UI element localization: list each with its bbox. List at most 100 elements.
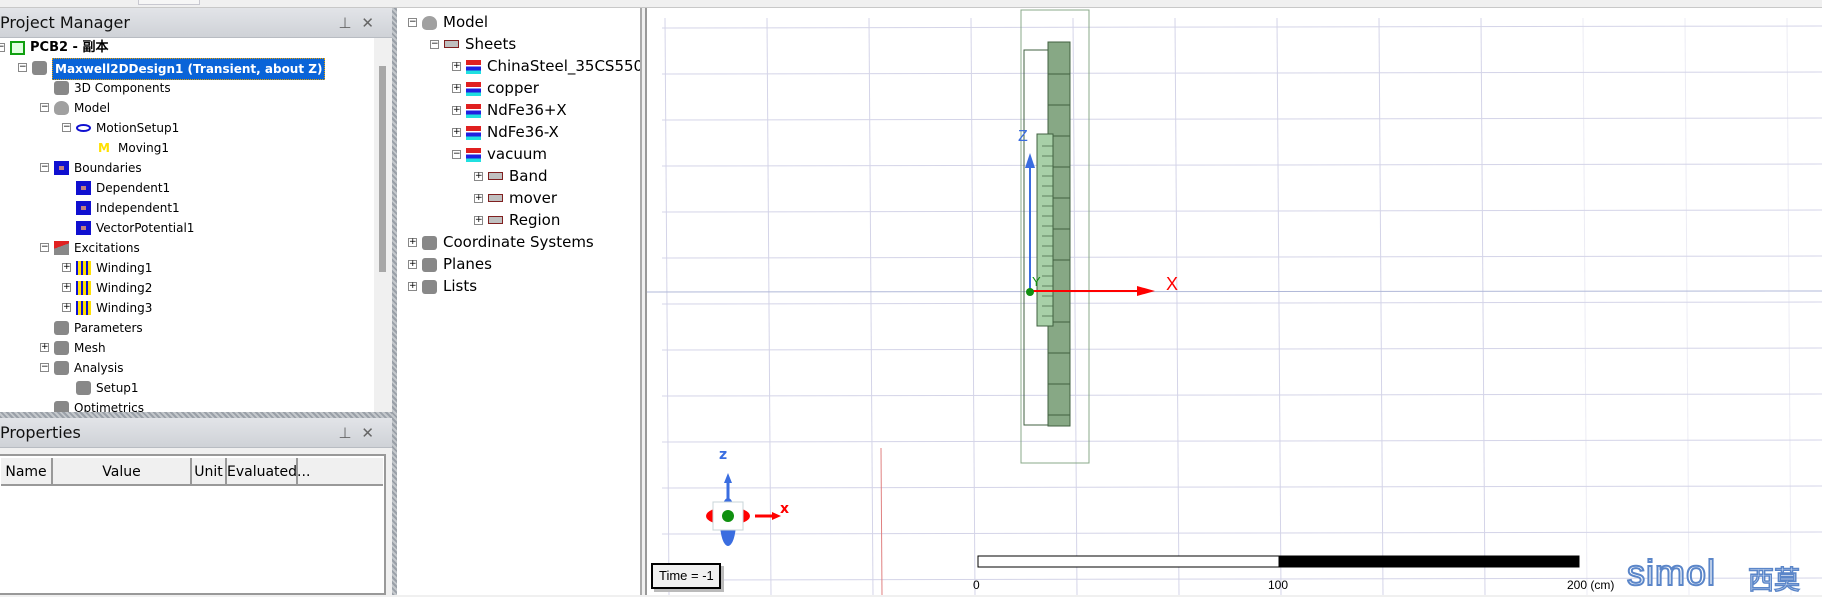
tree-item-label: Region xyxy=(509,211,561,229)
grid-line xyxy=(661,209,1822,213)
tree-item[interactable]: 3D Components xyxy=(0,78,372,98)
collapse-icon[interactable]: − xyxy=(0,43,5,52)
x-axis-label: X xyxy=(1166,274,1179,294)
tree-item-label: Maxwell2DDesign1 (Transient, about Z) xyxy=(52,58,326,80)
expand-icon[interactable]: + xyxy=(62,303,71,312)
expand-icon[interactable]: + xyxy=(474,194,483,203)
material-icon xyxy=(466,104,481,118)
grid-line xyxy=(970,17,976,595)
tree-item[interactable]: − Excitations xyxy=(0,238,372,258)
tree-item[interactable]: + NdFe36-X xyxy=(397,121,640,143)
tree-item[interactable]: + Region xyxy=(397,209,640,231)
expand-icon[interactable]: + xyxy=(452,128,461,137)
tree-item[interactable]: + copper xyxy=(397,77,640,99)
tree-item[interactable]: + mover xyxy=(397,187,640,209)
column-value[interactable]: Value xyxy=(53,458,192,486)
collapse-icon[interactable]: − xyxy=(40,163,49,172)
grid-line xyxy=(1174,17,1180,595)
expand-icon[interactable]: + xyxy=(408,238,417,247)
tree-item[interactable]: Independent1 xyxy=(0,198,372,218)
column-unit[interactable]: Unit xyxy=(192,458,227,486)
tree-item[interactable]: + Planes xyxy=(397,253,640,275)
tree-item[interactable]: Dependent1 xyxy=(0,178,372,198)
expand-icon[interactable]: + xyxy=(452,106,461,115)
tree-item[interactable]: + Winding2 xyxy=(0,278,372,298)
expand-icon[interactable]: + xyxy=(62,263,71,272)
tree-item[interactable]: + Band xyxy=(397,165,640,187)
collapse-icon[interactable]: − xyxy=(40,103,49,112)
collapse-icon[interactable]: − xyxy=(430,40,439,49)
top-toolbar-strip xyxy=(0,0,1822,8)
column-evaluated[interactable]: Evaluated... xyxy=(227,458,310,486)
expand-icon[interactable]: + xyxy=(452,84,461,93)
pin-icon[interactable]: ⊥ xyxy=(338,424,361,442)
tree-item[interactable]: Setup1 xyxy=(0,378,372,398)
expand-icon[interactable]: + xyxy=(62,283,71,292)
expand-icon[interactable]: + xyxy=(408,282,417,291)
collapse-icon[interactable]: − xyxy=(62,123,71,132)
close-icon[interactable]: ✕ xyxy=(361,424,384,442)
tree-item[interactable]: − PCB2 - 副本 xyxy=(0,38,372,58)
tree-item[interactable]: + NdFe36+X xyxy=(397,99,640,121)
project-tree: − PCB2 - 副本 − Maxwell2DDesign1 (Transient, … xyxy=(0,38,372,412)
expand-icon[interactable]: + xyxy=(452,62,461,71)
expand-icon[interactable]: + xyxy=(40,343,49,352)
tree-item[interactable]: + ChinaSteel_35CS550 xyxy=(397,55,640,77)
tree-item-label: Optimetrics xyxy=(74,401,144,412)
grid-line xyxy=(661,347,1822,351)
grid-line xyxy=(1786,17,1792,595)
tree-item-label: Coordinate Systems xyxy=(443,233,594,251)
tree-item[interactable]: + Winding3 xyxy=(0,298,372,318)
tree-item-label: vacuum xyxy=(487,145,547,163)
tree-item-label: Independent1 xyxy=(96,201,180,215)
collapse-icon[interactable]: − xyxy=(408,18,417,27)
tree-item[interactable]: + Mesh xyxy=(0,338,372,358)
tree-item-label: Excitations xyxy=(74,241,140,255)
tree-item[interactable]: − Model xyxy=(0,98,372,118)
material-icon xyxy=(466,148,481,162)
tree-item[interactable]: − Maxwell2DDesign1 (Transient, about Z) xyxy=(0,58,372,80)
sheet-icon xyxy=(444,40,459,48)
expand-icon[interactable]: + xyxy=(474,216,483,225)
tree-item[interactable]: − MotionSetup1 xyxy=(0,118,372,138)
tree-item[interactable]: Parameters xyxy=(0,318,372,338)
expand-icon[interactable]: + xyxy=(474,172,483,181)
lists-icon xyxy=(422,280,437,294)
winding-icon xyxy=(76,261,91,275)
pin-icon[interactable]: ⊥ xyxy=(338,14,361,32)
tree-item[interactable]: − Analysis xyxy=(0,358,372,378)
scrollbar-thumb[interactable] xyxy=(379,66,386,272)
model-tree: − Model − Sheets + ChinaSteel_35CS550 + copper +… xyxy=(397,10,640,595)
tree-item[interactable]: M Moving1 xyxy=(0,138,372,158)
tree-item-label: Dependent1 xyxy=(96,181,171,195)
tree-item-label: Sheets xyxy=(465,35,517,53)
viewport-canvas[interactable] xyxy=(647,8,1822,595)
tree-item[interactable]: + Winding1 xyxy=(0,258,372,278)
tree-item[interactable]: − Sheets xyxy=(397,33,640,55)
tree-item[interactable]: VectorPotential1 xyxy=(0,218,372,238)
collapse-icon[interactable]: − xyxy=(40,243,49,252)
grid-line xyxy=(664,17,670,595)
tree-item[interactable]: + Coordinate Systems xyxy=(397,231,640,253)
grid-line xyxy=(661,163,1822,167)
collapse-icon[interactable]: − xyxy=(452,150,461,159)
project-manager-panel: Project Manager ⊥✕ − PCB2 - 副本 − Maxwell2DD… xyxy=(0,8,392,412)
tree-item[interactable]: − vacuum xyxy=(397,143,640,165)
toolbar-tab[interactable] xyxy=(138,0,200,5)
model-tree-panel: − Model − Sheets + ChinaSteel_35CS550 + copper +… xyxy=(397,8,642,595)
close-icon[interactable]: ✕ xyxy=(361,14,384,32)
sheet-icon xyxy=(488,172,503,180)
project-tree-scrollbar[interactable] xyxy=(374,38,392,412)
3d-viewport[interactable] xyxy=(645,8,1822,595)
grid-line xyxy=(661,255,1822,259)
tree-item[interactable]: Optimetrics xyxy=(0,398,372,412)
collapse-icon[interactable]: − xyxy=(40,363,49,372)
tree-item[interactable]: − Model xyxy=(397,11,640,33)
expand-icon[interactable]: + xyxy=(408,260,417,269)
tree-item[interactable]: + Lists xyxy=(397,275,640,297)
column-name[interactable]: Name xyxy=(1,458,53,486)
scale-bar-white xyxy=(977,555,1280,568)
model-icon xyxy=(54,101,69,115)
collapse-icon[interactable]: − xyxy=(18,63,27,72)
tree-item[interactable]: − Boundaries xyxy=(0,158,372,178)
